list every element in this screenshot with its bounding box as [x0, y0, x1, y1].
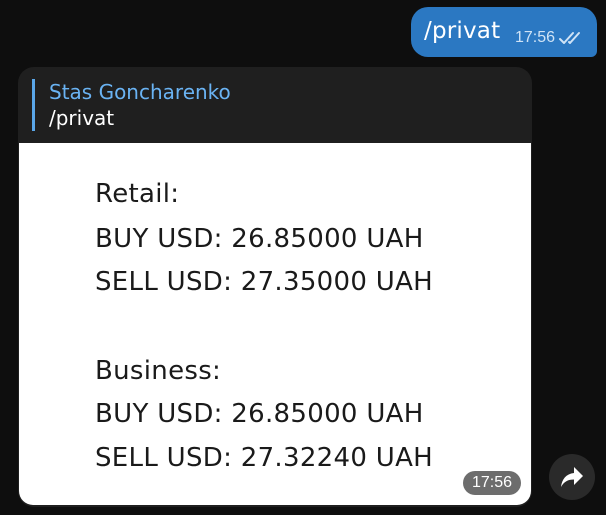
business-sell-rate: SELL USD: 27.32240 UAH — [95, 443, 434, 473]
retail-buy-rate: BUY USD: 26.85000 UAH — [95, 224, 424, 254]
chat-view: /privat 17:56 Stas Goncharenko /privat R… — [0, 0, 606, 515]
outgoing-message-meta: 17:56 — [515, 29, 585, 47]
business-header: Business: — [95, 356, 222, 386]
incoming-message[interactable]: Stas Goncharenko /privat Retail: BUY USD… — [18, 67, 532, 507]
double-check-icon — [559, 32, 580, 44]
outgoing-message-text: /privat — [424, 18, 501, 44]
outgoing-message-time: 17:56 — [514, 29, 555, 46]
forward-button[interactable] — [549, 454, 595, 500]
reply-text: /privat — [49, 106, 115, 130]
incoming-message-time: 17:56 — [462, 471, 521, 495]
outgoing-message[interactable]: /privat 17:56 — [411, 7, 597, 57]
exchange-rate-photo[interactable]: Retail: BUY USD: 26.85000 UAH SELL USD: … — [19, 143, 531, 505]
reply-author: Stas Goncharenko — [49, 80, 231, 104]
share-arrow-icon — [561, 467, 583, 487]
business-buy-rate: BUY USD: 26.85000 UAH — [95, 399, 424, 429]
reply-quote[interactable]: Stas Goncharenko /privat — [32, 79, 231, 131]
retail-sell-rate: SELL USD: 27.35000 UAH — [95, 267, 434, 297]
retail-header: Retail: — [95, 179, 180, 209]
